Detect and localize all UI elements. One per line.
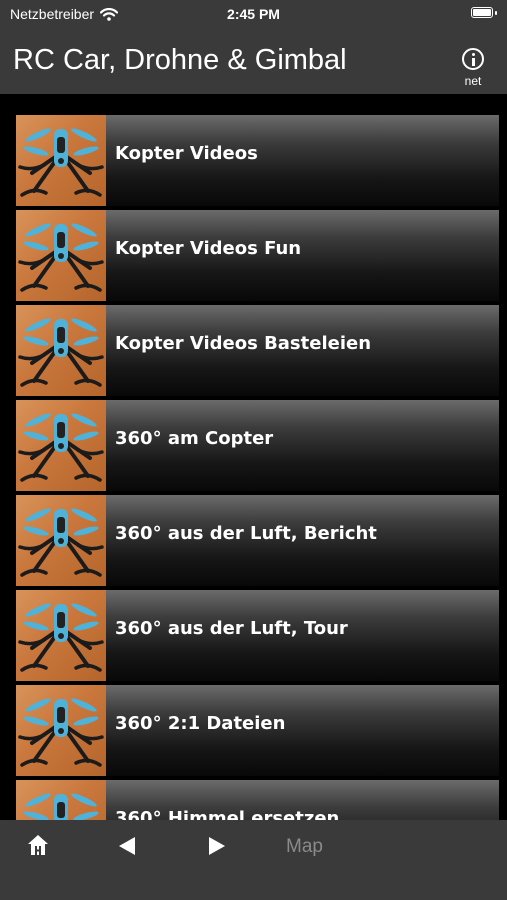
list-item[interactable]: 360° 2:1 Dateien [16,683,499,778]
back-button[interactable] [118,836,136,861]
forward-triangle-icon [209,837,225,855]
bottom-toolbar: Map [0,820,507,872]
battery-fill [473,9,491,16]
list-item-body: Kopter Videos [106,115,499,206]
drone-thumbnail-icon [16,115,106,206]
drone-thumbnail-icon [16,780,106,820]
info-icon [462,48,484,70]
info-button[interactable]: net [457,48,489,88]
list-item-body: Kopter Videos Basteleien [106,305,499,396]
drone-thumbnail-icon [16,685,106,776]
drone-thumbnail-icon [16,400,106,491]
list-item[interactable]: 360° am Copter [16,398,499,493]
forward-button[interactable] [208,836,226,861]
list-item-label: 360° aus der Luft, Tour [115,618,348,639]
home-icon [28,835,48,855]
back-triangle-icon [119,837,135,855]
drone-thumbnail-icon [16,210,106,301]
list-item[interactable]: 360° aus der Luft, Tour [16,588,499,683]
navigation-bar: RC Car, Drohne & Gimbal net [0,28,507,94]
battery-tip [495,11,497,15]
list-item-label: Kopter Videos Fun [115,238,302,259]
video-category-list: Kopter Videos Kopter Videos Fun Kopter V… [16,113,499,820]
list-item-label: Kopter Videos [115,143,258,164]
list-item[interactable]: 360° aus der Luft, Bericht [16,493,499,588]
list-item-label: 360° Himmel ersetzen [115,808,340,820]
drone-thumbnail-icon [16,305,106,396]
home-button[interactable] [26,833,50,862]
map-button[interactable]: Map [286,836,323,858]
status-bar: Netzbetreiber 2:45 PM [0,0,507,28]
page-title: RC Car, Drohne & Gimbal [13,44,347,76]
list-item-label: 360° aus der Luft, Bericht [115,523,377,544]
drone-thumbnail-icon [16,495,106,586]
list-item-label: 360° am Copter [115,428,274,449]
list-item-body: 360° Himmel ersetzen [106,780,499,820]
bottom-safe-area [0,872,507,900]
list-item-label: 360° 2:1 Dateien [115,713,286,734]
list-item-body: 360° aus der Luft, Tour [106,590,499,681]
list-item-body: Kopter Videos Fun [106,210,499,301]
list-item-body: 360° aus der Luft, Bericht [106,495,499,586]
list-item-label: Kopter Videos Basteleien [115,333,372,354]
list-item[interactable]: Kopter Videos Fun [16,208,499,303]
list-item[interactable]: 360° Himmel ersetzen [16,778,499,820]
drone-thumbnail-icon [16,590,106,681]
list-item-body: 360° 2:1 Dateien [106,685,499,776]
battery-icon [471,7,493,18]
status-time: 2:45 PM [227,6,280,22]
list-item-body: 360° am Copter [106,400,499,491]
info-label: net [464,74,482,88]
list-item[interactable]: Kopter Videos [16,113,499,208]
list-item[interactable]: Kopter Videos Basteleien [16,303,499,398]
